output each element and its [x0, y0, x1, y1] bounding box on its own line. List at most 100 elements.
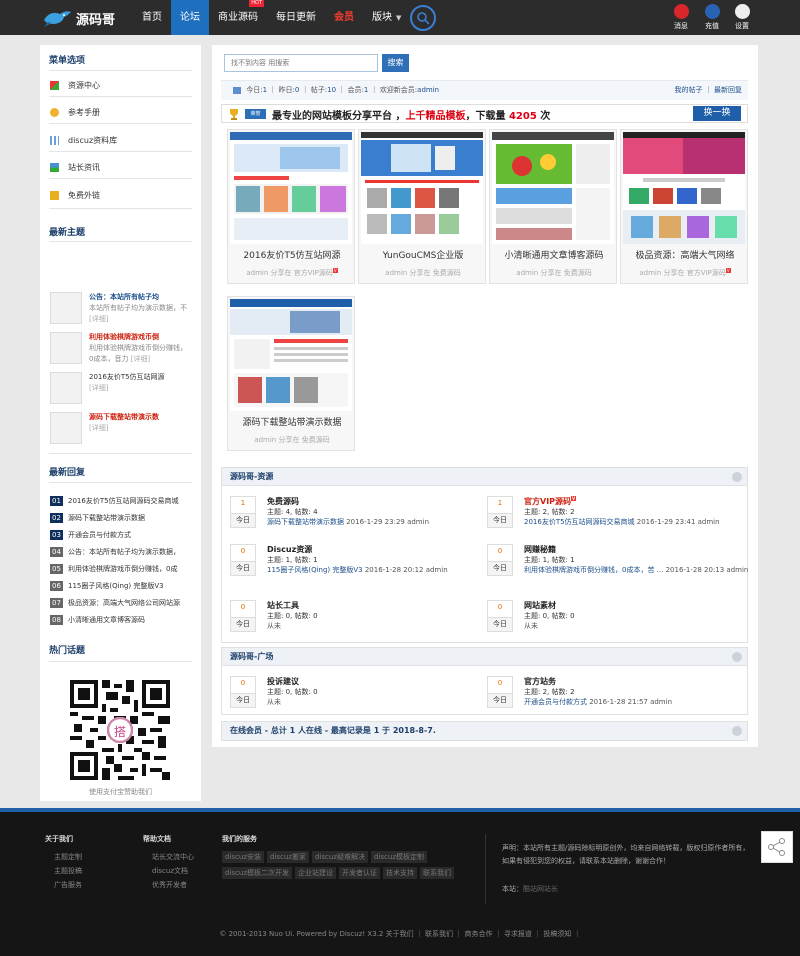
- latest-reply-link[interactable]: 最新回复: [714, 86, 742, 94]
- recharge-button[interactable]: 充值: [701, 4, 723, 31]
- forum-row[interactable]: 0 今日 官方站务 主题: 2, 帖数: 2 开通会员与付款方式 2016-1-2…: [487, 676, 737, 716]
- forum-name[interactable]: 网站素材: [524, 600, 556, 611]
- main-panel: 搜索 今日:1 ｜ 昨日:0 ｜ 帖子:10 ｜ 会员:1 ｜ 欢迎新会员:ad…: [212, 45, 758, 747]
- forum-name[interactable]: 官方站务: [524, 676, 556, 687]
- nav-commercial-source[interactable]: 商业源码 HOT: [209, 0, 267, 35]
- service-tag[interactable]: discuz搬家: [267, 851, 309, 863]
- list-item[interactable]: 2016友价T5仿互站网源 [详细]: [50, 372, 190, 410]
- nav-search-button[interactable]: [410, 5, 436, 31]
- topic-title[interactable]: 利用体验棋牌游戏币倒: [89, 332, 191, 342]
- sidebar-item-resource-center[interactable]: 资源中心: [50, 78, 100, 92]
- forum-row[interactable]: 0 今日 Discuz资源 主题: 1, 帖数: 1 115圈子风格(Qing) …: [230, 544, 480, 584]
- service-tag[interactable]: discuz模板二次开发: [222, 867, 292, 879]
- card-title[interactable]: 源码下载整站带演示数据: [228, 415, 356, 428]
- sidebar-item-free-links[interactable]: 免费外链: [50, 188, 100, 202]
- reply-item[interactable]: 02 源码下载整站带演示数据: [50, 512, 195, 524]
- nav-member[interactable]: 会员: [325, 0, 363, 35]
- forum-row[interactable]: 0 今日 投诉建议 主题: 0, 帖数: 0 从未: [230, 676, 480, 716]
- sidebar-item-discuz-library[interactable]: discuz资料库: [50, 133, 117, 147]
- forum-last-post[interactable]: 利用体验棋牌游戏币倒分赚钱，0成本，苦 ... 2016-1-28 20:13 …: [524, 565, 749, 576]
- collapse-toggle-icon[interactable]: [732, 726, 742, 736]
- today-count-box: 0 今日: [487, 676, 513, 708]
- vip-badge: V: [332, 268, 338, 273]
- service-tag[interactable]: discuz模板定制: [371, 851, 427, 863]
- footer-link[interactable]: 广告服务: [45, 880, 82, 890]
- card-title[interactable]: 极品资源：高端大气网络: [621, 248, 749, 261]
- forum-name[interactable]: Discuz资源: [267, 544, 312, 555]
- template-thumbnail: [361, 132, 483, 244]
- reply-item[interactable]: 06 115圈子风格(Qing) 完整版V3: [50, 580, 195, 592]
- card-title[interactable]: YunGouCMS企业版: [359, 248, 487, 261]
- reply-item[interactable]: 07 极品资源：高端大气网络公司网站源: [50, 597, 195, 609]
- today-count-box: 0 今日: [230, 676, 256, 708]
- forum-last-post[interactable]: 115圈子风格(Qing) 完整版V3 2016-1-28 20:12 admi…: [267, 565, 492, 576]
- group-title[interactable]: 源码哥-广场: [230, 652, 273, 661]
- template-card[interactable]: 源码下载整站带演示数据 admin 分享在 免费源码: [227, 296, 355, 451]
- search-button[interactable]: 搜索: [382, 54, 409, 72]
- reply-item[interactable]: 03 开通会员与付款方式: [50, 529, 195, 541]
- forum-last-post[interactable]: 开通会员与付款方式 2016-1-28 21:57 admin: [524, 697, 749, 708]
- topic-title[interactable]: 源码下载整站带演示数: [89, 412, 191, 422]
- forum-name[interactable]: 投诉建议: [267, 676, 299, 687]
- footer-link[interactable]: 主题定制: [45, 852, 82, 862]
- sidebar-item-webmaster-news[interactable]: 站长资讯: [50, 160, 100, 174]
- service-tag[interactable]: 企业站建设: [295, 867, 336, 879]
- stats-text: 今日:1 ｜ 昨日:0 ｜ 帖子:10 ｜ 会员:1 ｜ 欢迎新会员:admin: [233, 81, 439, 100]
- newest-member-link[interactable]: admin: [417, 86, 439, 94]
- settings-button[interactable]: 设置: [731, 4, 753, 31]
- group-title[interactable]: 源码哥-资源: [230, 472, 273, 481]
- reply-item[interactable]: 04 公告：本站所有帖子均为演示数据，: [50, 546, 195, 558]
- service-tag[interactable]: discuz疑难解决: [312, 851, 368, 863]
- service-tag[interactable]: discuz安装: [222, 851, 264, 863]
- forum-row[interactable]: 0 今日 网站素材 主题: 0, 帖数: 0 从未: [487, 600, 737, 640]
- template-card[interactable]: 极品资源：高端大气网络 admin 分享在 官方VIP源码V: [620, 129, 748, 284]
- share-button[interactable]: [761, 831, 793, 863]
- footer-link[interactable]: 站长交流中心: [143, 852, 194, 862]
- my-posts-link[interactable]: 我的帖子: [675, 86, 703, 94]
- footer-link[interactable]: discuz文档: [143, 866, 194, 876]
- service-tag[interactable]: 技术支持: [383, 867, 417, 879]
- template-card[interactable]: YunGouCMS企业版 admin 分享在 免费源码: [358, 129, 486, 284]
- nav-boards[interactable]: 版块 ▼: [363, 0, 410, 35]
- template-card[interactable]: 2016友价T5仿互站网源 admin 分享在 官方VIP源码V: [227, 129, 355, 284]
- reply-item[interactable]: 01 2016友价T5仿互站网源码交易商城: [50, 495, 195, 507]
- list-item[interactable]: 利用体验棋牌游戏币倒 利用体验棋牌游戏币倒分赚钱，0成本，音力 [详细]: [50, 332, 190, 370]
- forum-last-post[interactable]: 2016友价T5仿互站网源码交易商城 2016-1-29 23:41 admin: [524, 517, 749, 528]
- forum-name[interactable]: 官方VIP源码V: [524, 496, 577, 507]
- card-title[interactable]: 小清晰通用文章博客源码: [490, 248, 618, 261]
- sidebar-item-reference[interactable]: 参考手册: [50, 105, 100, 119]
- collapse-toggle-icon[interactable]: [732, 652, 742, 662]
- forum-row[interactable]: 0 今日 站长工具 主题: 0, 帖数: 0 从未: [230, 600, 480, 640]
- forum-last-post[interactable]: 源码下载整站带演示数据 2016-1-29 23:29 admin: [267, 517, 492, 528]
- list-item[interactable]: 源码下载整站带演示数 [详细]: [50, 412, 190, 450]
- nav-commercial-label: 商业源码: [218, 12, 258, 23]
- nav-daily-update[interactable]: 每日更新: [267, 0, 325, 35]
- search-input[interactable]: [224, 54, 378, 72]
- forum-name[interactable]: 网赚秘籍: [524, 544, 556, 555]
- nav-forum[interactable]: 论坛: [171, 0, 209, 35]
- messages-button[interactable]: 消息: [670, 4, 692, 31]
- footer-site-link[interactable]: 酷站网站长: [523, 885, 558, 893]
- forum-name[interactable]: 免费源码: [267, 496, 299, 507]
- footer-link[interactable]: 主题投稿: [45, 866, 82, 876]
- divider: [49, 70, 192, 71]
- site-logo[interactable]: 源码哥: [42, 6, 137, 30]
- footer-link[interactable]: 优秀开发者: [143, 880, 194, 890]
- reply-item[interactable]: 08 小清晰通用文章博客源码: [50, 614, 195, 626]
- forum-row[interactable]: 1 今日 官方VIP源码V 主题: 2, 帖数: 2 2016友价T5仿互站网源码…: [487, 496, 737, 536]
- forum-name[interactable]: 站长工具: [267, 600, 299, 611]
- nav-home[interactable]: 首页: [133, 0, 171, 35]
- reply-item[interactable]: 05 利用体验棋牌游戏币倒分赚钱，0成: [50, 563, 195, 575]
- service-tag[interactable]: 开发者认证: [339, 867, 380, 879]
- list-item[interactable]: 公告：本站所有帖子均 本站所有帖子均为演示数据，不 [详细]: [50, 292, 190, 330]
- forum-row[interactable]: 1 今日 免费源码 主题: 4, 帖数: 4 源码下载整站带演示数据 2016-1…: [230, 496, 480, 536]
- topic-title[interactable]: 2016友价T5仿互站网源: [89, 372, 191, 382]
- template-card[interactable]: 小清晰通用文章博客源码 admin 分享在 免费源码: [489, 129, 617, 284]
- card-title[interactable]: 2016友价T5仿互站网源: [228, 248, 356, 261]
- service-tag[interactable]: 联系我们: [420, 867, 454, 879]
- swap-button[interactable]: 换一换: [693, 106, 741, 121]
- collapse-toggle-icon[interactable]: [732, 472, 742, 482]
- divider: [49, 241, 192, 242]
- forum-row[interactable]: 0 今日 网赚秘籍 主题: 1, 帖数: 1 利用体验棋牌游戏币倒分赚钱，0成本，…: [487, 544, 748, 584]
- topic-title[interactable]: 公告：本站所有帖子均: [89, 292, 191, 302]
